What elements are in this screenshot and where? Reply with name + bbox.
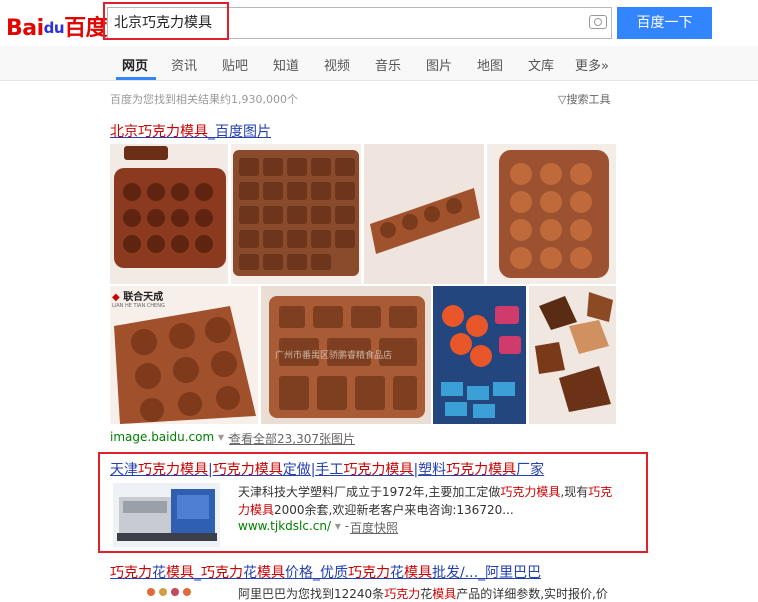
tab-map[interactable]: 地图 — [477, 55, 503, 74]
search-button[interactable]: 百度一下 — [617, 7, 712, 39]
top-bar: Baidu百度 北京巧克力模具 百度一下 — [0, 0, 758, 46]
result-title-alibaba[interactable]: 巧克力花模具_巧克力花模具价格_优质巧克力花模具批发/..._阿里巴巴 — [110, 562, 541, 582]
image-thumb[interactable] — [231, 144, 361, 284]
image-thumb[interactable] — [529, 286, 616, 424]
result-snippet: 天津科技大学塑料厂成立于1972年,主要加工定做巧克力模具,现有巧克力模具200… — [238, 485, 613, 517]
tab-tieba[interactable]: 贴吧 — [222, 55, 248, 74]
active-tab-indicator — [116, 77, 156, 80]
tab-images[interactable]: 图片 — [426, 55, 452, 74]
image-thumb[interactable]: 广州市番禺区骄鹏睿精食品店 — [261, 286, 431, 424]
result-count: 百度为您找到相关结果约1,930,000个 — [110, 93, 298, 106]
dropdown-arrow-icon[interactable]: ▾ — [335, 519, 341, 533]
watermark: 广州市番禺区骄鹏睿精食品店 — [275, 351, 393, 361]
tab-more[interactable]: 更多» — [575, 55, 609, 74]
image-thumb[interactable] — [110, 144, 228, 284]
tab-web[interactable]: 网页 — [122, 55, 148, 74]
result-snippet: 阿里巴巴为您找到12240条巧克力花模具产品的详细参数,实时报价,价 — [238, 587, 608, 601]
result-thumbnail-small[interactable] — [145, 586, 205, 601]
result-url: www.tjkdslc.cn/ ▾ - — [238, 519, 350, 533]
result-title-images[interactable]: 北京巧克力模具_百度图片 — [110, 121, 271, 141]
search-tools[interactable]: ▽搜索工具 — [558, 91, 610, 107]
image-thumb[interactable]: ◆ 联合天成 LIAN HE TIAN CHENG — [110, 286, 258, 424]
result-source-url: image.baidu.com ▾ - — [110, 430, 233, 444]
image-thumb[interactable] — [487, 144, 616, 284]
image-grid: ◆ 联合天成 LIAN HE TIAN CHENG 广州市番禺区骄鹏睿精食品店 — [110, 144, 616, 424]
image-thumb[interactable] — [364, 144, 484, 284]
snapshot-link[interactable]: 百度快照 — [350, 519, 398, 536]
tab-video[interactable]: 视频 — [324, 55, 350, 74]
image-thumb[interactable] — [433, 286, 526, 424]
result-thumbnail[interactable] — [113, 483, 220, 547]
query-highlight-box — [103, 2, 229, 40]
tab-music[interactable]: 音乐 — [375, 55, 401, 74]
baidu-logo[interactable]: Baidu百度 — [6, 10, 108, 42]
nav-tabs: 网页 资讯 贴吧 知道 视频 音乐 图片 地图 文库 更多» — [0, 46, 758, 81]
result-title-tianjin[interactable]: 天津巧克力模具|巧克力模具定做|手工巧克力模具|塑料巧克力模具厂家 — [110, 459, 544, 479]
dropdown-arrow-icon[interactable]: ▾ — [218, 430, 224, 444]
tab-wenku[interactable]: 文库 — [528, 55, 554, 74]
view-all-images-link[interactable]: 查看全部23,307张图片 — [229, 430, 355, 447]
search-tools-label: 搜索工具 — [566, 93, 611, 106]
camera-icon[interactable] — [589, 15, 607, 29]
tab-zhidao[interactable]: 知道 — [273, 55, 299, 74]
tab-news[interactable]: 资讯 — [171, 55, 197, 74]
